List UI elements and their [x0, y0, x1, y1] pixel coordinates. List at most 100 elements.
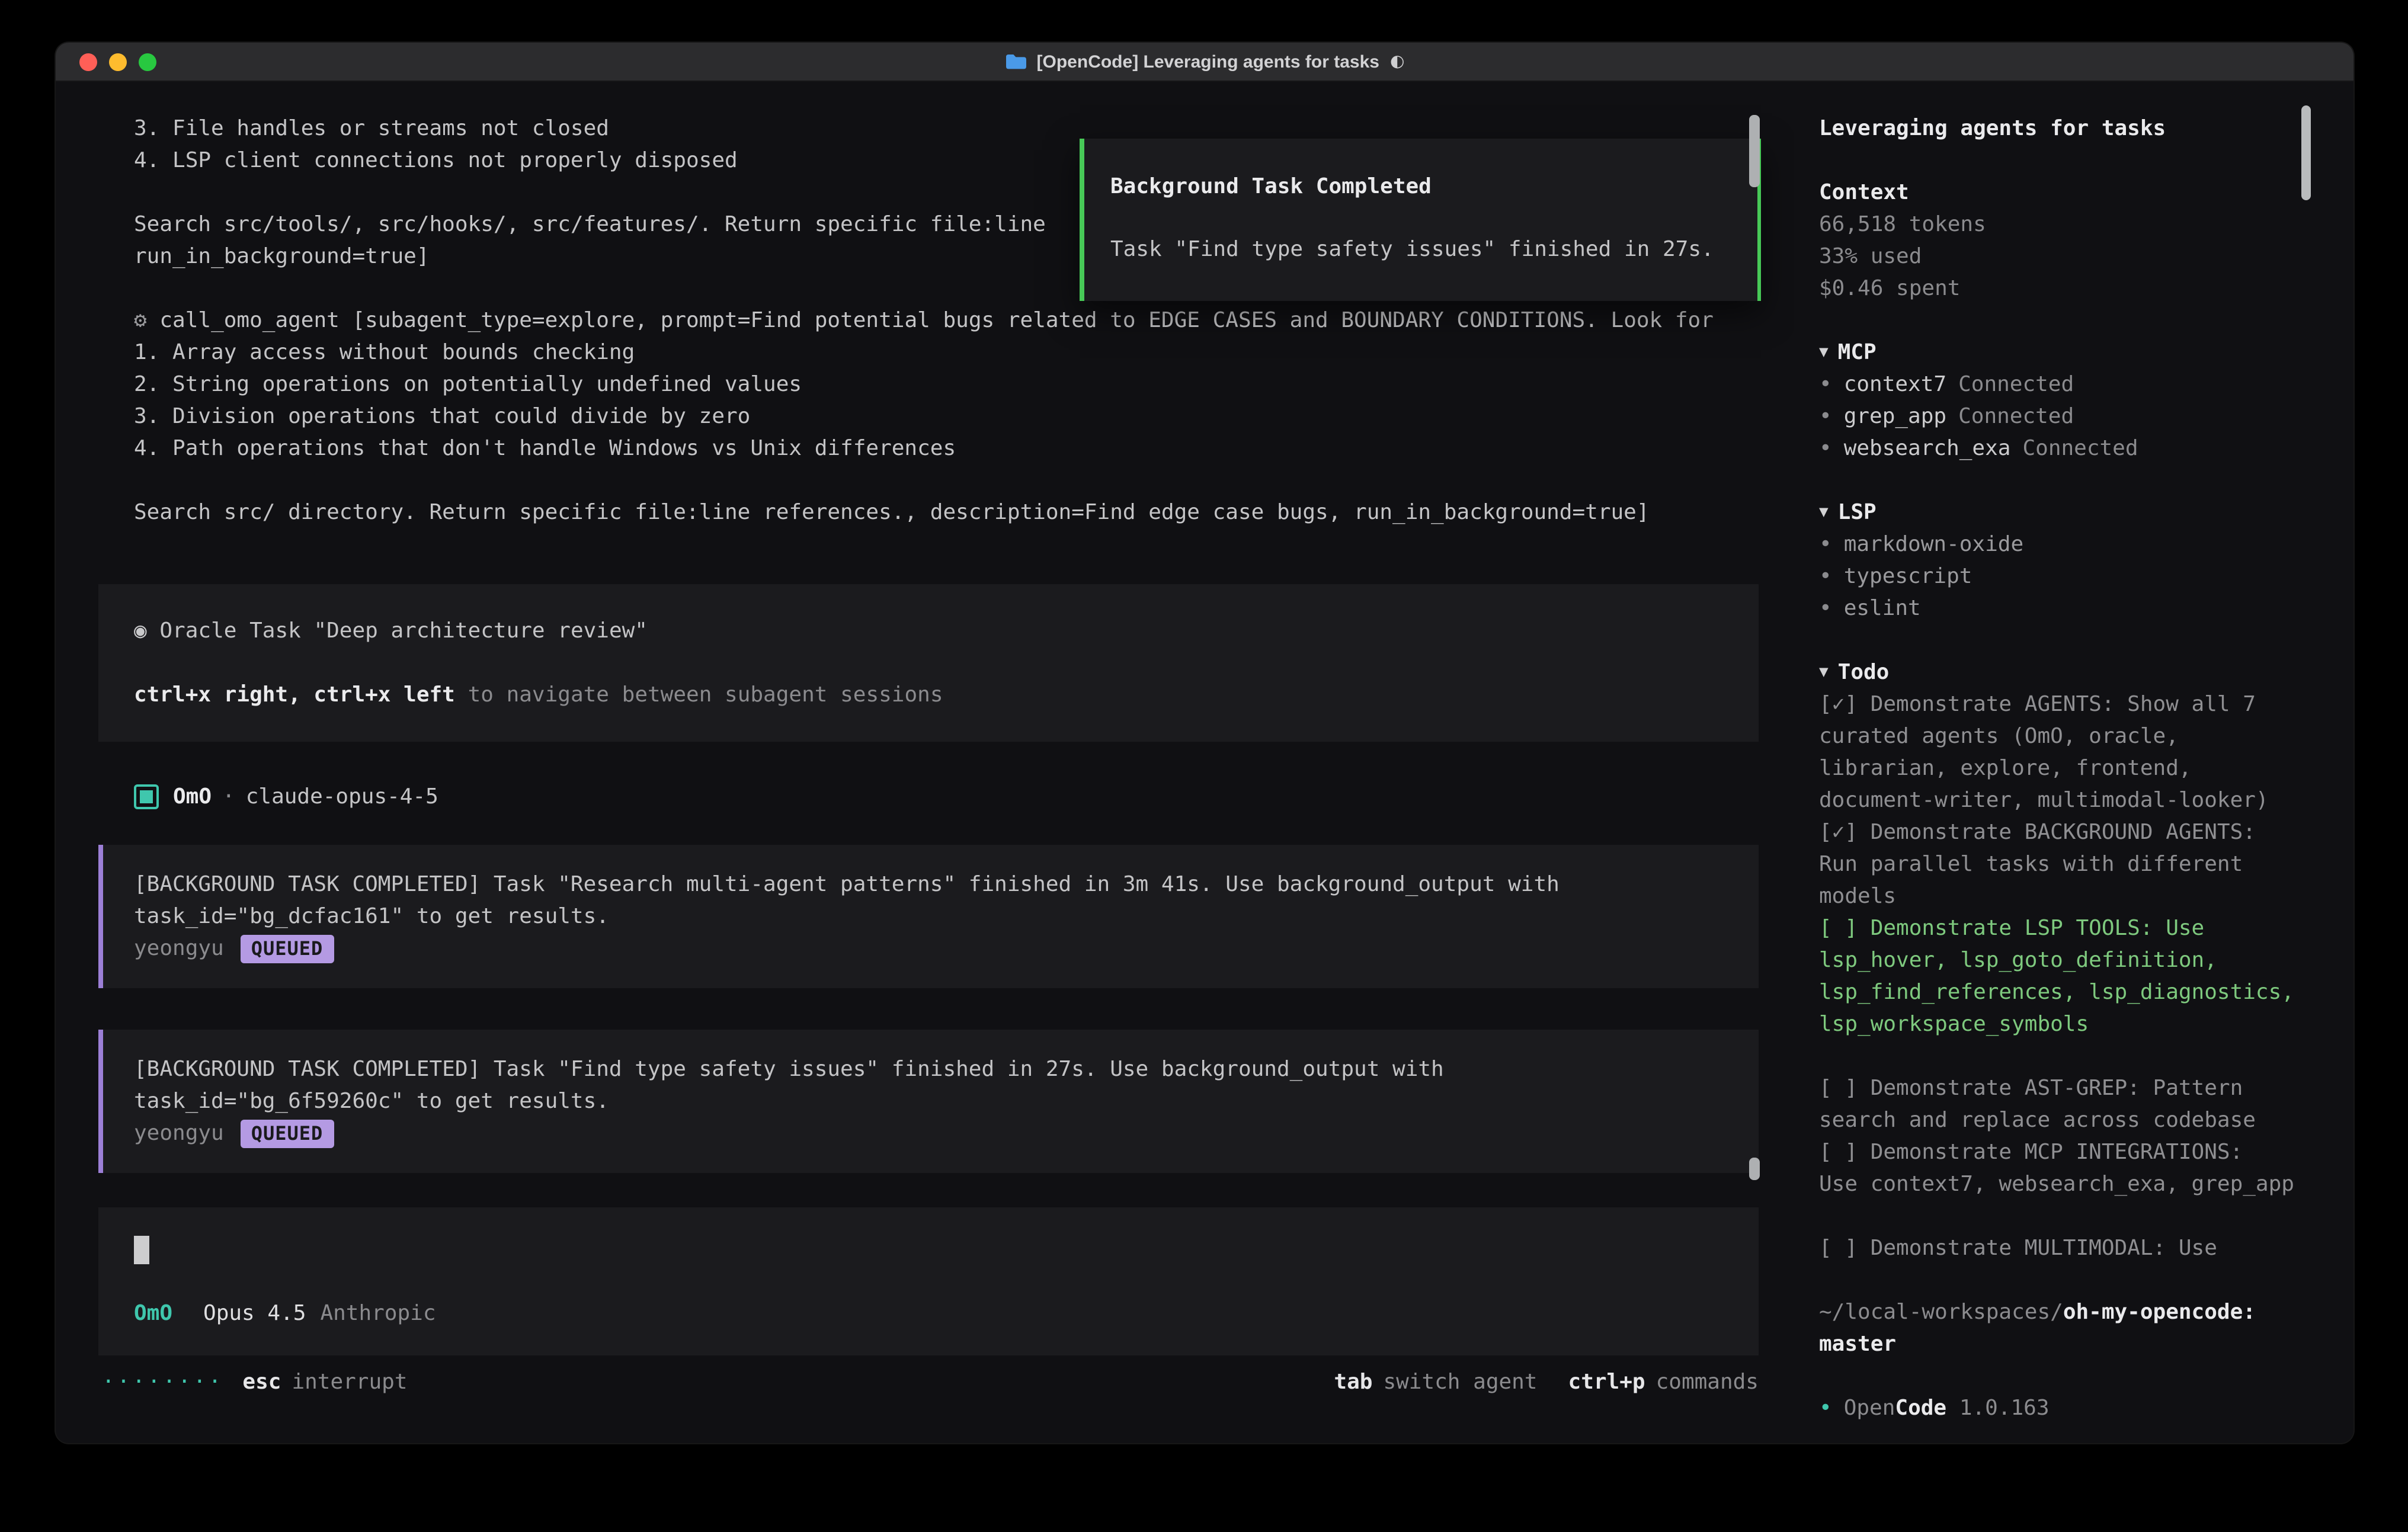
mcp-item-status: Connected — [1958, 404, 2074, 429]
message-block: [BACKGROUND TASK COMPLETED] Task "Find t… — [98, 1030, 1759, 1173]
toast-body: Task "Find type safety issues" finished … — [1110, 233, 1741, 265]
todo-section: ▼ Todo [✓] Demonstrate AGENTS: Show all 7… — [1819, 656, 2313, 1264]
lsp-heading: ▼ LSP — [1819, 496, 2313, 528]
mcp-item-name: websearch_exa — [1844, 436, 2011, 461]
traffic-lights — [79, 43, 156, 81]
session-title: Leveraging agents for tasks — [1819, 113, 2313, 145]
tab-key-label: switch agent — [1383, 1366, 1537, 1398]
message-author: yeongyu — [134, 1117, 224, 1149]
bullet-icon: • — [1819, 532, 1832, 557]
esc-key-label: interrupt — [292, 1366, 407, 1398]
input-meta: OmO Opus 4.5 Anthropic — [134, 1297, 1723, 1329]
todo-heading: ▼ Todo — [1819, 656, 2313, 688]
lsp-item: • typescript — [1819, 560, 2313, 592]
agent-checkbox-icon — [134, 784, 159, 809]
context-tokens: 66,518 tokens — [1819, 209, 2313, 241]
status-bar: ········ esc interrupt tab switch agent … — [102, 1366, 1759, 1398]
oracle-task-title-line: ◉ Oracle Task "Deep architecture review" — [134, 615, 1723, 647]
mcp-item-status: Connected — [2022, 436, 2138, 461]
agent-name: OmO — [173, 781, 212, 813]
app-name-prefix: Open — [1844, 1396, 1895, 1421]
input-model-name: Opus 4.5 — [203, 1297, 306, 1329]
prompt-input[interactable]: OmO Opus 4.5 Anthropic — [98, 1207, 1759, 1355]
terminal-window: [OpenCode] Leveraging agents for tasks ◐… — [56, 43, 2353, 1443]
collapse-triangle-icon: ▼ — [1819, 336, 1829, 368]
agent-model: claude-opus-4-5 — [246, 781, 438, 813]
toast-background-task-completed: Background Task Completed Task "Find typ… — [1080, 139, 1761, 301]
shortcut-keys: ctrl+x right, ctrl+x left — [134, 682, 455, 707]
gear-icon: ⚙ — [134, 308, 147, 333]
agent-session-header: OmO · claude-opus-4-5 — [134, 781, 1759, 813]
chat-pane: 3. File handles or streams not closed 4.… — [56, 82, 1794, 1443]
todo-heading-label: Todo — [1838, 660, 1890, 685]
screen: [OpenCode] Leveraging agents for tasks ◐… — [0, 0, 2408, 1532]
tool-call-line: ⚙ call_omo_agent [subagent_type=explore,… — [134, 305, 1759, 336]
search-footer-line: Search src/ directory. Return specific f… — [134, 496, 1759, 528]
context-section: Context 66,518 tokens 33% used $0.46 spe… — [1819, 177, 2313, 305]
bullet-icon: • — [1819, 564, 1832, 589]
sidebar: Leveraging agents for tasks Context 66,5… — [1794, 82, 2353, 1443]
mcp-item: •grep_appConnected — [1819, 400, 2313, 432]
context-used: 33% used — [1819, 241, 2313, 273]
close-button[interactable] — [79, 53, 97, 70]
esc-key-hint: esc — [242, 1366, 281, 1398]
lsp-section: ▼ LSP • markdown-oxide • typescript • eslint — [1819, 496, 2313, 624]
lsp-item-name: typescript — [1844, 564, 1972, 589]
titlebar: [OpenCode] Leveraging agents for tasks ◐ — [56, 43, 2353, 82]
workspace-path: ~/local-workspaces/oh-my-opencode: maste… — [1819, 1296, 2313, 1360]
bullet-icon: • — [1819, 436, 1832, 461]
oracle-task-title: Oracle Task "Deep architecture review" — [159, 618, 648, 643]
zoom-button[interactable] — [139, 53, 156, 70]
status-badge: QUEUED — [241, 1119, 334, 1148]
mcp-heading-label: MCP — [1838, 340, 1877, 365]
message-text: [BACKGROUND TASK COMPLETED] Task "Find t… — [134, 1053, 1728, 1117]
scrollbar-thumb[interactable] — [1749, 1158, 1760, 1180]
scrollbar-thumb[interactable] — [1749, 115, 1760, 187]
lsp-heading-label: LSP — [1838, 500, 1877, 525]
bullet-icon: • — [1819, 372, 1832, 397]
message-author: yeongyu — [134, 932, 224, 964]
lsp-item-name: eslint — [1844, 596, 1921, 621]
status-badge: QUEUED — [241, 934, 334, 963]
message-block: [BACKGROUND TASK COMPLETED] Task "Resear… — [98, 845, 1759, 988]
text-cursor — [134, 1236, 149, 1264]
mcp-item-status: Connected — [1958, 372, 2074, 397]
mcp-item: • websearch_exa Connected — [1819, 432, 2313, 464]
toast-title: Background Task Completed — [1110, 171, 1741, 203]
record-icon: ◉ — [134, 618, 147, 643]
mcp-item-name: context7 — [1844, 372, 1946, 397]
spinner-dots-icon: ········ — [102, 1366, 223, 1398]
app-name-suffix: Code — [1895, 1396, 1946, 1421]
todo-item-pending: [ ] Demonstrate MCP INTEGRATIONS: Use co… — [1819, 1136, 2313, 1200]
message-text: [BACKGROUND TASK COMPLETED] Task "Resear… — [134, 868, 1728, 932]
bug-checklist: 1. Array access without bounds checking … — [134, 336, 1759, 464]
window-title: [OpenCode] Leveraging agents for tasks ◐ — [1005, 46, 1405, 78]
todo-item-pending: [ ] Demonstrate MULTIMODAL: Use — [1819, 1232, 2313, 1264]
status-left: ········ esc interrupt — [102, 1366, 408, 1398]
app-version: 1.0.163 — [1959, 1396, 2050, 1421]
minimize-button[interactable] — [109, 53, 127, 70]
todo-item-active: [ ] Demonstrate LSP TOOLS: Use lsp_hover… — [1819, 912, 2313, 1040]
folder-icon — [1005, 53, 1026, 70]
tool-call-text: call_omo_agent [subagent_type=explore, p… — [159, 308, 1714, 333]
todo-item-done: [✓] Demonstrate AGENTS: Show all 7 curat… — [1819, 688, 2313, 816]
lsp-item: • eslint — [1819, 592, 2313, 624]
lsp-item-name: markdown-oxide — [1844, 532, 2023, 557]
message-meta: yeongyu QUEUED — [134, 932, 1728, 964]
sidebar-scrollbar-thumb[interactable] — [2301, 105, 2311, 200]
progress-half-circle-icon: ◐ — [1390, 46, 1404, 78]
oracle-task-panel: ◉ Oracle Task "Deep architecture review"… — [98, 584, 1759, 742]
collapse-triangle-icon: ▼ — [1819, 656, 1829, 688]
tab-key-hint: tab — [1334, 1366, 1372, 1398]
collapse-triangle-icon: ▼ — [1819, 496, 1829, 528]
app-version-footer: •OpenCode 1.0.163 — [1819, 1392, 2313, 1424]
window-title-text: [OpenCode] Leveraging agents for tasks — [1037, 46, 1379, 78]
mcp-section: ▼ MCP • context7 Connected • grep_app Connect… — [1819, 336, 2313, 464]
todo-item-done: [✓] Demonstrate BACKGROUND AGENTS: Run p… — [1819, 816, 2313, 912]
mcp-item-name: grep_app — [1844, 404, 1946, 429]
workspace-branch: master — [1819, 1332, 1896, 1357]
bullet-icon: • — [1819, 596, 1832, 621]
workspace-path-prefix: ~/local-workspaces/ — [1819, 1300, 2063, 1325]
ctrlp-key-hint: ctrl+p — [1568, 1366, 1645, 1398]
mcp-item: • context7 Connected — [1819, 368, 2313, 400]
